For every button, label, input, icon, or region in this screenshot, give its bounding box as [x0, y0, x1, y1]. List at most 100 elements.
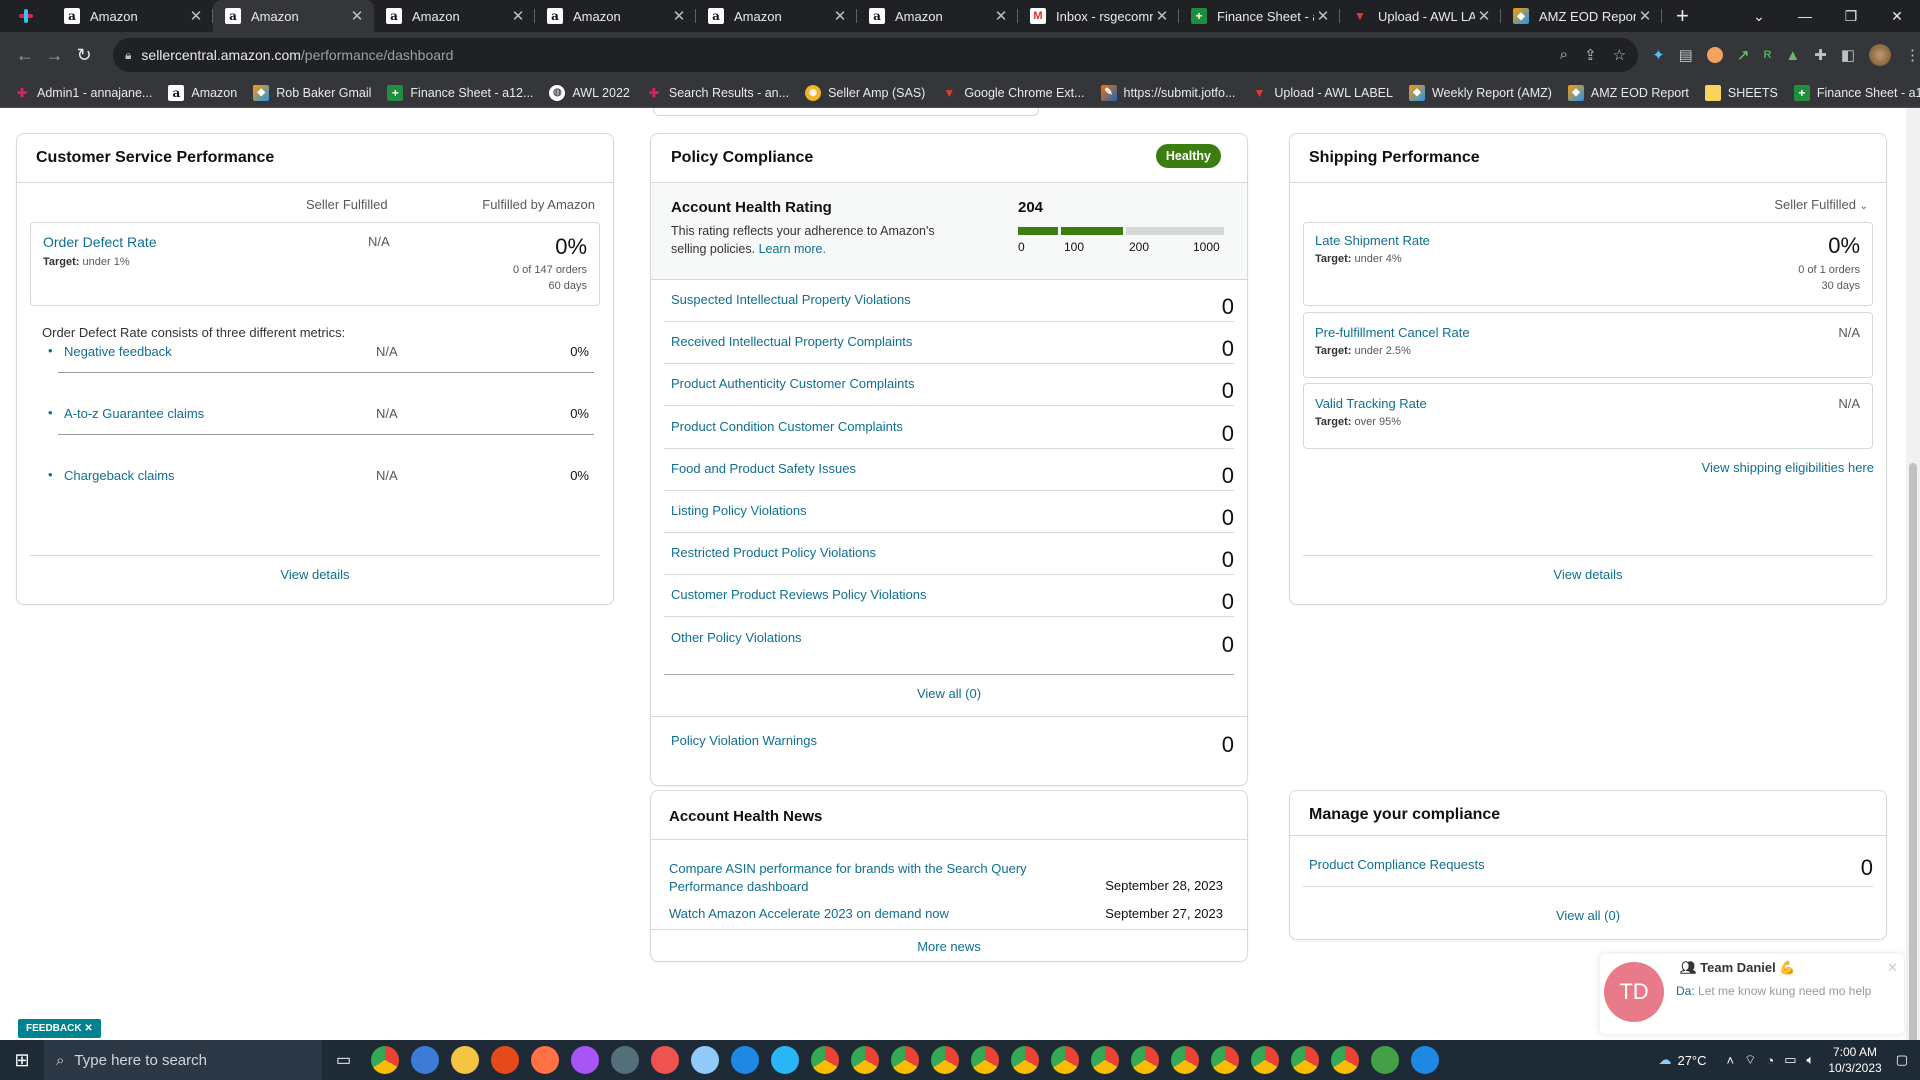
- cs-view-details-link[interactable]: View details: [17, 567, 613, 582]
- page-scrollbar[interactable]: [1906, 108, 1920, 1043]
- taskbar-app-icon[interactable]: [1251, 1046, 1280, 1074]
- address-bar[interactable]: 🔒︎ sellercentral.amazon.com /performance…: [113, 38, 1639, 72]
- shipping-view-details-link[interactable]: View details: [1290, 567, 1886, 582]
- windows-start-icon[interactable]: ⊞: [0, 1050, 44, 1071]
- clock[interactable]: 7:00 AM 10/3/2023: [1828, 1044, 1881, 1076]
- late-shipment-rate-link[interactable]: Late Shipment Rate: [1315, 233, 1430, 248]
- bookmark-item[interactable]: ✎ https://submit.jotfo...: [1100, 84, 1235, 101]
- policy-row-link[interactable]: Product Condition Customer Complaints: [671, 419, 903, 434]
- tab-close-icon[interactable]: ✕: [831, 7, 849, 25]
- taskbar-app-icon[interactable]: [771, 1046, 800, 1074]
- scroll-thumb[interactable]: [1909, 463, 1917, 1043]
- tab-close-icon[interactable]: ✕: [670, 7, 688, 25]
- bookmark-item[interactable]: ✚ Search Results - an...: [646, 85, 789, 101]
- taskbar-search[interactable]: ⌕ Type here to search: [44, 1040, 322, 1080]
- slack-app-icon[interactable]: [0, 0, 52, 32]
- bookmark-item[interactable]: ✚ Admin1 - annajane...: [14, 85, 152, 101]
- taskbar-app-icon[interactable]: [491, 1046, 520, 1074]
- extensions-puzzle-icon[interactable]: ✚: [1814, 46, 1827, 64]
- taskbar-app-icon[interactable]: [611, 1046, 640, 1074]
- bookmark-item[interactable]: ◉ Seller Amp (SAS): [805, 84, 925, 101]
- close-window-button[interactable]: ✕: [1874, 8, 1920, 25]
- taskbar-app-icon[interactable]: [891, 1046, 920, 1074]
- policy-row-link[interactable]: Received Intellectual Property Complaint…: [671, 334, 912, 349]
- policy-violation-warnings-link[interactable]: Policy Violation Warnings: [671, 733, 817, 748]
- pre-fulfillment-cancel-rate-link[interactable]: Pre-fulfillment Cancel Rate: [1315, 325, 1470, 340]
- order-defect-rate-link[interactable]: Order Defect Rate: [43, 234, 157, 250]
- policy-row-link[interactable]: Other Policy Violations: [671, 630, 802, 645]
- tab-close-icon[interactable]: ✕: [1636, 7, 1654, 25]
- volume-icon[interactable]: 🔈︎: [1807, 1052, 1815, 1068]
- taskbar-app-icon[interactable]: [931, 1046, 960, 1074]
- taskbar-app-icon[interactable]: [731, 1046, 760, 1074]
- tab-close-icon[interactable]: ✕: [509, 7, 527, 25]
- taskbar-app-icon[interactable]: [1211, 1046, 1240, 1074]
- taskbar-app-icon[interactable]: [571, 1046, 600, 1074]
- taskbar-app-icon[interactable]: [971, 1046, 1000, 1074]
- tab-close-icon[interactable]: ✕: [348, 7, 366, 25]
- tab-close-icon[interactable]: ✕: [1475, 7, 1493, 25]
- policy-row-link[interactable]: Product Authenticity Customer Complaints: [671, 376, 915, 391]
- browser-tab[interactable]: a Amazon ✕: [535, 0, 696, 32]
- news-item-link[interactable]: Compare ASIN performance for brands with…: [669, 860, 1049, 896]
- browser-tab[interactable]: a Amazon ✕: [374, 0, 535, 32]
- back-icon[interactable]: ←: [10, 45, 40, 66]
- bookmark-item[interactable]: + Finance Sheet - a12...: [387, 84, 533, 101]
- more-news-link[interactable]: More news: [651, 939, 1247, 954]
- shipping-eligibilities-link[interactable]: View shipping eligibilities here: [1702, 460, 1874, 475]
- restore-button[interactable]: ❐: [1828, 8, 1874, 25]
- browser-tab[interactable]: a Amazon ✕: [696, 0, 857, 32]
- taskbar-app-icon[interactable]: [1411, 1046, 1440, 1074]
- taskbar-app-icon[interactable]: [1051, 1046, 1080, 1074]
- network-icon[interactable]: ⌔: [1744, 1052, 1756, 1068]
- bookmark-item[interactable]: + Finance Sheet - a12...: [1793, 84, 1920, 101]
- valid-tracking-rate-link[interactable]: Valid Tracking Rate: [1315, 396, 1427, 411]
- notifications-icon[interactable]: ▢: [1896, 1052, 1908, 1068]
- task-view-icon[interactable]: ▭: [336, 1050, 351, 1070]
- taskbar-app-icon[interactable]: [1011, 1046, 1040, 1074]
- taskbar-app-icon[interactable]: [811, 1046, 840, 1074]
- bookmark-item[interactable]: ◆ Weekly Report (AMZ): [1408, 84, 1552, 101]
- extension-off-icon[interactable]: ▤: [1679, 46, 1693, 64]
- taskbar-app-icon[interactable]: [651, 1046, 680, 1074]
- lock-icon[interactable]: 🔒︎: [125, 48, 131, 63]
- news-item-link[interactable]: Watch Amazon Accelerate 2023 on demand n…: [669, 906, 949, 921]
- browser-tab[interactable]: ◆ AMZ EOD Report ✕: [1501, 0, 1662, 32]
- bookmark-star-icon[interactable]: ☆: [1613, 46, 1626, 64]
- taskbar-app-icon[interactable]: [1091, 1046, 1120, 1074]
- taskbar-app-icon[interactable]: [691, 1046, 720, 1074]
- bookmark-item[interactable]: a Amazon: [168, 84, 237, 101]
- browser-tab[interactable]: a Amazon ✕: [213, 0, 374, 32]
- wifi-icon[interactable]: ◔: [1766, 1053, 1774, 1068]
- bookmark-item[interactable]: SHEETS: [1704, 84, 1778, 101]
- minimize-button[interactable]: —: [1782, 8, 1828, 24]
- tab-close-icon[interactable]: ✕: [992, 7, 1010, 25]
- policy-view-all-link[interactable]: View all (0): [651, 686, 1247, 701]
- extension-green-icon[interactable]: ▲: [1785, 47, 1800, 64]
- share-icon[interactable]: ⇪: [1584, 46, 1597, 64]
- browser-tab[interactable]: M Inbox - rsgecomm ✕: [1018, 0, 1179, 32]
- close-icon[interactable]: ✕: [84, 1023, 92, 1034]
- tab-search-icon[interactable]: ⌄: [1736, 8, 1782, 25]
- reload-icon[interactable]: ↻: [69, 45, 99, 66]
- extension-r-icon[interactable]: R: [1763, 49, 1771, 61]
- policy-row-link[interactable]: Suspected Intellectual Property Violatio…: [671, 292, 911, 307]
- browser-tab[interactable]: a Amazon ✕: [857, 0, 1018, 32]
- battery-icon[interactable]: ▭: [1784, 1052, 1796, 1068]
- taskbar-app-icon[interactable]: [1291, 1046, 1320, 1074]
- taskbar-app-icon[interactable]: [451, 1046, 480, 1074]
- bookmark-item[interactable]: ▼ Google Chrome Ext...: [941, 85, 1084, 101]
- taskbar-app-icon[interactable]: [1171, 1046, 1200, 1074]
- taskbar-app-icon[interactable]: [371, 1046, 400, 1074]
- taskbar-app-icon[interactable]: [411, 1046, 440, 1074]
- taskbar-app-icon[interactable]: [1371, 1046, 1400, 1074]
- policy-row-link[interactable]: Listing Policy Violations: [671, 503, 807, 518]
- tab-close-icon[interactable]: ✕: [1153, 7, 1171, 25]
- weather-icon[interactable]: ☁: [1658, 1052, 1671, 1068]
- browser-tab[interactable]: ▼ Upload - AWL LA ✕: [1340, 0, 1501, 32]
- bookmark-item[interactable]: ◆ AMZ EOD Report: [1567, 84, 1689, 101]
- browser-tab[interactable]: + Finance Sheet - a ✕: [1179, 0, 1340, 32]
- metric-link[interactable]: Negative feedback: [64, 344, 172, 359]
- side-panel-icon[interactable]: ◧: [1841, 46, 1855, 64]
- profile-avatar[interactable]: [1869, 44, 1892, 66]
